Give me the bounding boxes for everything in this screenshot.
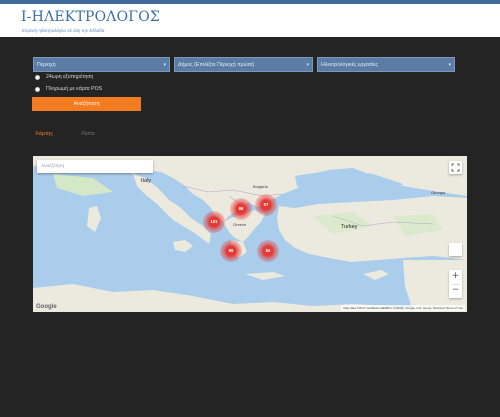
google-logo: Google: [36, 304, 57, 310]
map-search-input[interactable]: Αναζήτηση: [37, 160, 153, 173]
option-label: Πληρωμή με κάρτα POS: [46, 86, 103, 92]
marker-cluster[interactable]: 95: [220, 240, 242, 262]
marker-cluster[interactable]: 67: [255, 194, 277, 216]
services-select[interactable]: Ηλεκτρολογικές εργασίες ▾: [317, 57, 455, 72]
radio-button[interactable]: [35, 87, 40, 92]
map-label-bulgaria: Bulgaria: [253, 184, 268, 189]
region-select[interactable]: Περιοχή ▾: [33, 57, 170, 72]
municipality-select-label: Δήμος (Επιλέξτε Περιοχή πρώτα): [178, 62, 255, 68]
chevron-down-icon: ▾: [163, 62, 166, 68]
zoom-out-button[interactable]: −: [449, 284, 462, 298]
zoom-control[interactable]: + −: [449, 270, 462, 298]
zoom-divider: [451, 284, 460, 285]
tab-map[interactable]: Χάρτης: [35, 131, 53, 137]
cluster-count: 101: [210, 219, 218, 224]
cluster-count: 86: [238, 206, 244, 211]
fullscreen-icon: [451, 163, 460, 172]
map-attribution[interactable]: Map data ©2017 GeoBasis-DE/BKG (©2009), …: [341, 305, 465, 311]
map-label-georgia: Georgia: [431, 190, 446, 195]
marker-cluster[interactable]: 86: [230, 198, 252, 220]
region-select-label: Περιοχή: [37, 62, 56, 68]
radio-button[interactable]: [35, 75, 40, 80]
services-select-label: Ηλεκτρολογικές εργασίες: [321, 62, 379, 68]
map-view[interactable]: Italy Turkey Bulgaria Greece Georgia Ανα…: [33, 156, 467, 312]
cluster-count: 84: [265, 248, 271, 253]
zoom-in-button[interactable]: +: [449, 270, 462, 284]
map-label-turkey: Turkey: [341, 224, 358, 230]
chevron-down-icon: ▾: [306, 62, 309, 68]
map-terrain: [33, 156, 467, 312]
map-label-greece: Greece: [233, 222, 247, 227]
fullscreen-button[interactable]: [449, 161, 462, 174]
map-label-italy: Italy: [141, 178, 151, 184]
site-subtitle: Εύρεση ηλεκτρολόγου σε όλη την Ελλάδα: [22, 28, 105, 33]
option-label: 24ωρη εξυπηρέτηση: [46, 74, 94, 80]
marker-cluster[interactable]: 101: [203, 211, 225, 233]
cluster-count: 67: [263, 202, 269, 207]
tab-list[interactable]: Λίστα: [81, 131, 95, 137]
pegman-button[interactable]: [449, 243, 462, 256]
cluster-count: 95: [228, 248, 234, 253]
chevron-down-icon: ▾: [448, 62, 451, 68]
municipality-select[interactable]: Δήμος (Επιλέξτε Περιοχή πρώτα) ▾: [174, 57, 313, 72]
marker-cluster[interactable]: 84: [257, 240, 279, 262]
site-header: I-ΗΛΕΚΤΡΟΛΟΓΟΣ Εύρεση ηλεκτρολόγου σε όλ…: [0, 4, 500, 37]
search-button[interactable]: Αναζήτηση: [32, 97, 141, 111]
site-title[interactable]: I-ΗΛΕΚΤΡΟΛΟΓΟΣ: [21, 9, 160, 25]
